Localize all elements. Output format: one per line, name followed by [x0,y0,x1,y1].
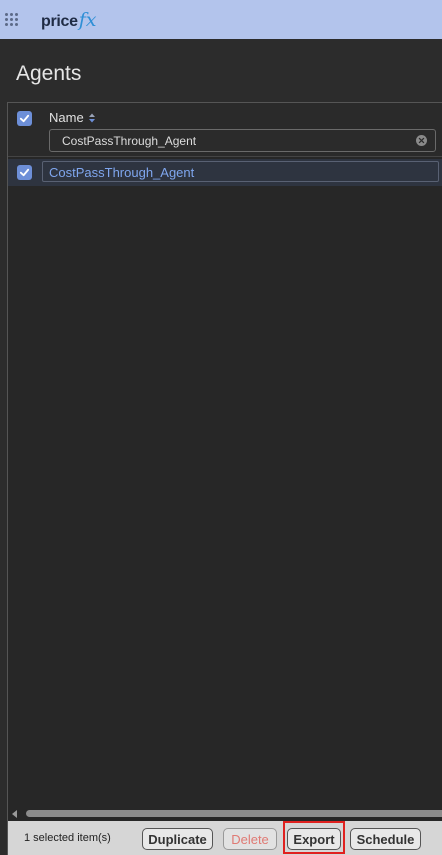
scroll-thumb[interactable] [26,810,442,817]
name-filter-input[interactable] [50,130,402,151]
horizontal-scrollbar[interactable] [8,809,442,818]
agent-name-link[interactable]: CostPassThrough_Agent [42,161,439,182]
selected-count: 1 selected item(s) [24,832,111,844]
page-title: Agents [16,62,82,85]
agents-grid: Name CostPassThrough_Agent [7,102,442,822]
select-all-checkbox[interactable] [17,111,32,126]
row-checkbox[interactable] [17,165,32,180]
grid-footer: 1 selected item(s) Duplicate Delete Expo… [7,821,442,855]
table-row[interactable]: CostPassThrough_Agent [8,159,442,186]
sort-icon[interactable] [88,113,96,123]
name-filter [49,129,436,152]
schedule-button[interactable]: Schedule [350,828,421,850]
column-header-label: Name [49,110,84,125]
scroll-left-icon[interactable] [12,810,17,818]
logo-suffix: fx [78,9,97,31]
grid-header: Name [8,103,442,157]
pricefx-logo[interactable]: price fx [41,9,97,31]
export-highlight [283,821,345,854]
clear-icon[interactable] [416,135,427,146]
duplicate-button[interactable]: Duplicate [142,828,213,850]
check-icon [19,168,30,177]
check-icon [19,114,30,123]
column-header-name[interactable]: Name [49,110,96,125]
apps-grid-icon[interactable] [5,13,18,26]
logo-text: price [41,13,78,30]
top-bar: price fx [0,0,442,39]
delete-button[interactable]: Delete [223,828,277,850]
